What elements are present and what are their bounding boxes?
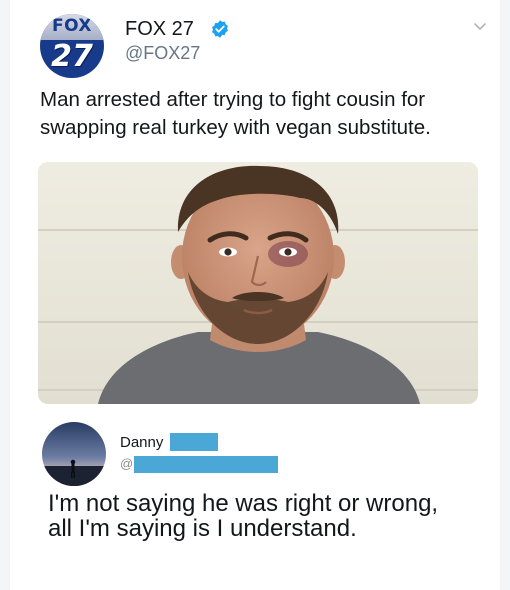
reply-tweet: Danny @ I'm not saying he was right or w…	[10, 420, 500, 590]
account-avatar[interactable]: FOX 27	[40, 14, 104, 78]
silhouette-avatar-image	[42, 422, 106, 486]
tweet-header: FOX 27 FOX 27 @FOX27	[10, 0, 500, 80]
logo-number-text: 27	[51, 39, 93, 74]
tweet-photo[interactable]	[38, 162, 478, 404]
tweet-card: FOX 27 FOX 27 @FOX27 Man arrested after …	[10, 0, 500, 590]
mugshot-illustration	[38, 162, 478, 404]
reply-handle-prefix[interactable]: @	[120, 456, 133, 471]
verified-badge-icon	[212, 20, 228, 38]
account-handle[interactable]: @FOX27	[125, 43, 200, 64]
redaction-bar	[170, 433, 218, 451]
redaction-bar	[134, 456, 278, 473]
reply-avatar[interactable]	[42, 422, 106, 486]
chevron-down-icon[interactable]	[472, 18, 488, 34]
account-name[interactable]: FOX 27	[125, 18, 194, 41]
reply-text: I'm not saying he was right or wrong, al…	[48, 490, 439, 542]
tweet-text: Man arrested after trying to fight cousi…	[40, 88, 431, 139]
reply-author-name[interactable]: Danny	[120, 434, 163, 451]
